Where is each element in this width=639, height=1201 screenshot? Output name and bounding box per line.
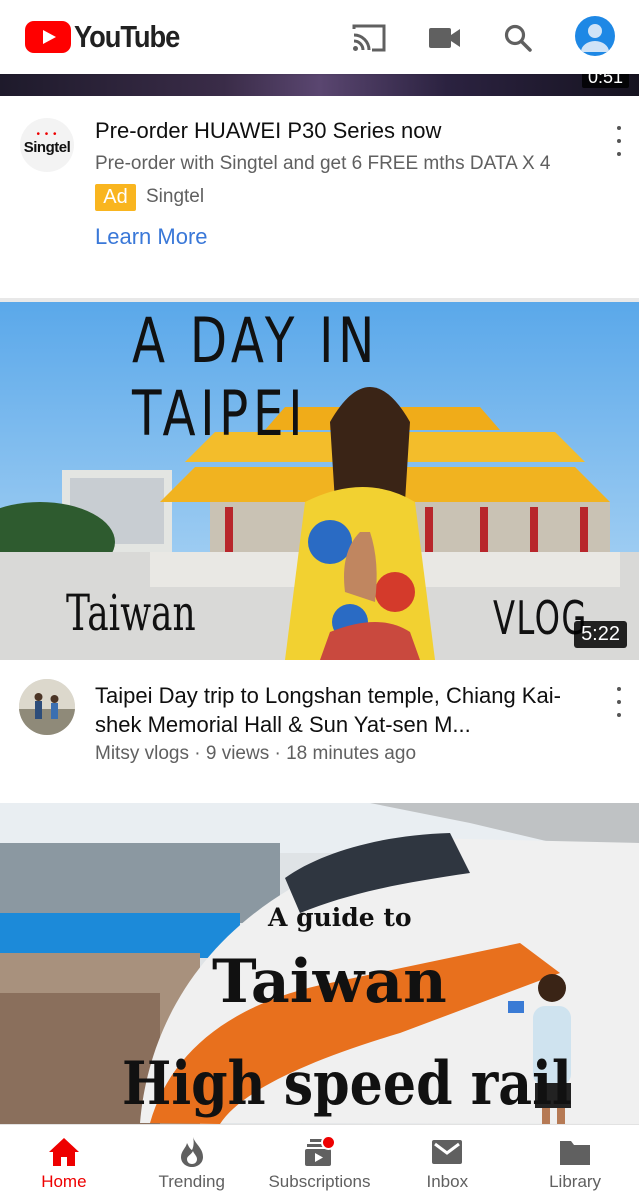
ad-advertiser: Singtel	[146, 186, 205, 207]
youtube-play-icon	[25, 21, 71, 53]
advertiser-logo: • • • Singtel	[20, 118, 74, 172]
thumbnail-headline: A DAY IN TAIPEI	[132, 304, 379, 450]
subscriptions-icon	[302, 1135, 337, 1169]
thumbnail-text-line2: Taiwan	[212, 947, 447, 1017]
more-options-icon[interactable]	[607, 687, 631, 717]
bottom-navigation: Home Trending Subscriptions Inbox Librar…	[0, 1124, 639, 1201]
thumbnail-text-line1: A guide to	[268, 903, 412, 932]
camera-icon[interactable]	[425, 18, 465, 58]
video-duration-badge: 5:22	[574, 621, 627, 648]
nav-home[interactable]: Home	[0, 1125, 128, 1201]
nav-library[interactable]: Library	[511, 1125, 639, 1201]
more-options-icon[interactable]	[607, 126, 631, 156]
ad-card[interactable]: • • • Singtel Pre-order HUAWEI P30 Serie…	[0, 96, 639, 300]
advertiser-logo-text: Singtel	[23, 138, 71, 156]
top-app-bar: YouTube	[0, 0, 639, 74]
nav-subscriptions[interactable]: Subscriptions	[256, 1125, 384, 1201]
nav-inbox[interactable]: Inbox	[383, 1125, 511, 1201]
trending-icon	[175, 1135, 209, 1169]
thumbnail-text-left: Taiwan	[66, 584, 196, 642]
thumbnail-text-line3: High speed rail	[122, 1049, 572, 1119]
youtube-logo-text: YouTube	[74, 19, 180, 54]
nav-label-subscriptions: Subscriptions	[268, 1172, 371, 1191]
youtube-logo[interactable]: YouTube	[25, 19, 194, 54]
video-thumbnail[interactable]: A DAY IN TAIPEI Taiwan VLOG 5:22	[0, 302, 639, 660]
nav-label-home: Home	[41, 1172, 87, 1191]
account-avatar[interactable]	[575, 16, 615, 56]
learn-more-link[interactable]: Learn More	[95, 224, 208, 250]
home-icon	[47, 1135, 81, 1169]
nav-label-inbox: Inbox	[426, 1172, 469, 1191]
ad-badge: Ad	[95, 184, 136, 211]
video-thumbnail[interactable]: A guide to Taiwan High speed rail	[0, 803, 639, 1124]
ad-title[interactable]: Pre-order HUAWEI P30 Series now	[95, 118, 441, 144]
nav-label-trending: Trending	[158, 1172, 225, 1191]
nav-trending[interactable]: Trending	[128, 1125, 256, 1201]
library-icon	[558, 1135, 592, 1169]
inbox-icon	[430, 1135, 464, 1169]
video-metadata: Mitsy vlogs · 9 views · 18 minutes ago	[95, 743, 417, 764]
singtel-dots-icon: • • •	[36, 128, 58, 140]
previous-video-thumbnail[interactable]	[0, 74, 639, 96]
channel-avatar[interactable]	[19, 679, 75, 735]
nav-label-library: Library	[549, 1172, 602, 1191]
video-title[interactable]: Taipei Day trip to Longshan temple, Chia…	[95, 681, 565, 739]
cast-icon[interactable]	[349, 18, 389, 58]
ad-description: Pre-order with Singtel and get 6 FREE mt…	[95, 153, 551, 174]
search-icon[interactable]	[498, 18, 538, 58]
